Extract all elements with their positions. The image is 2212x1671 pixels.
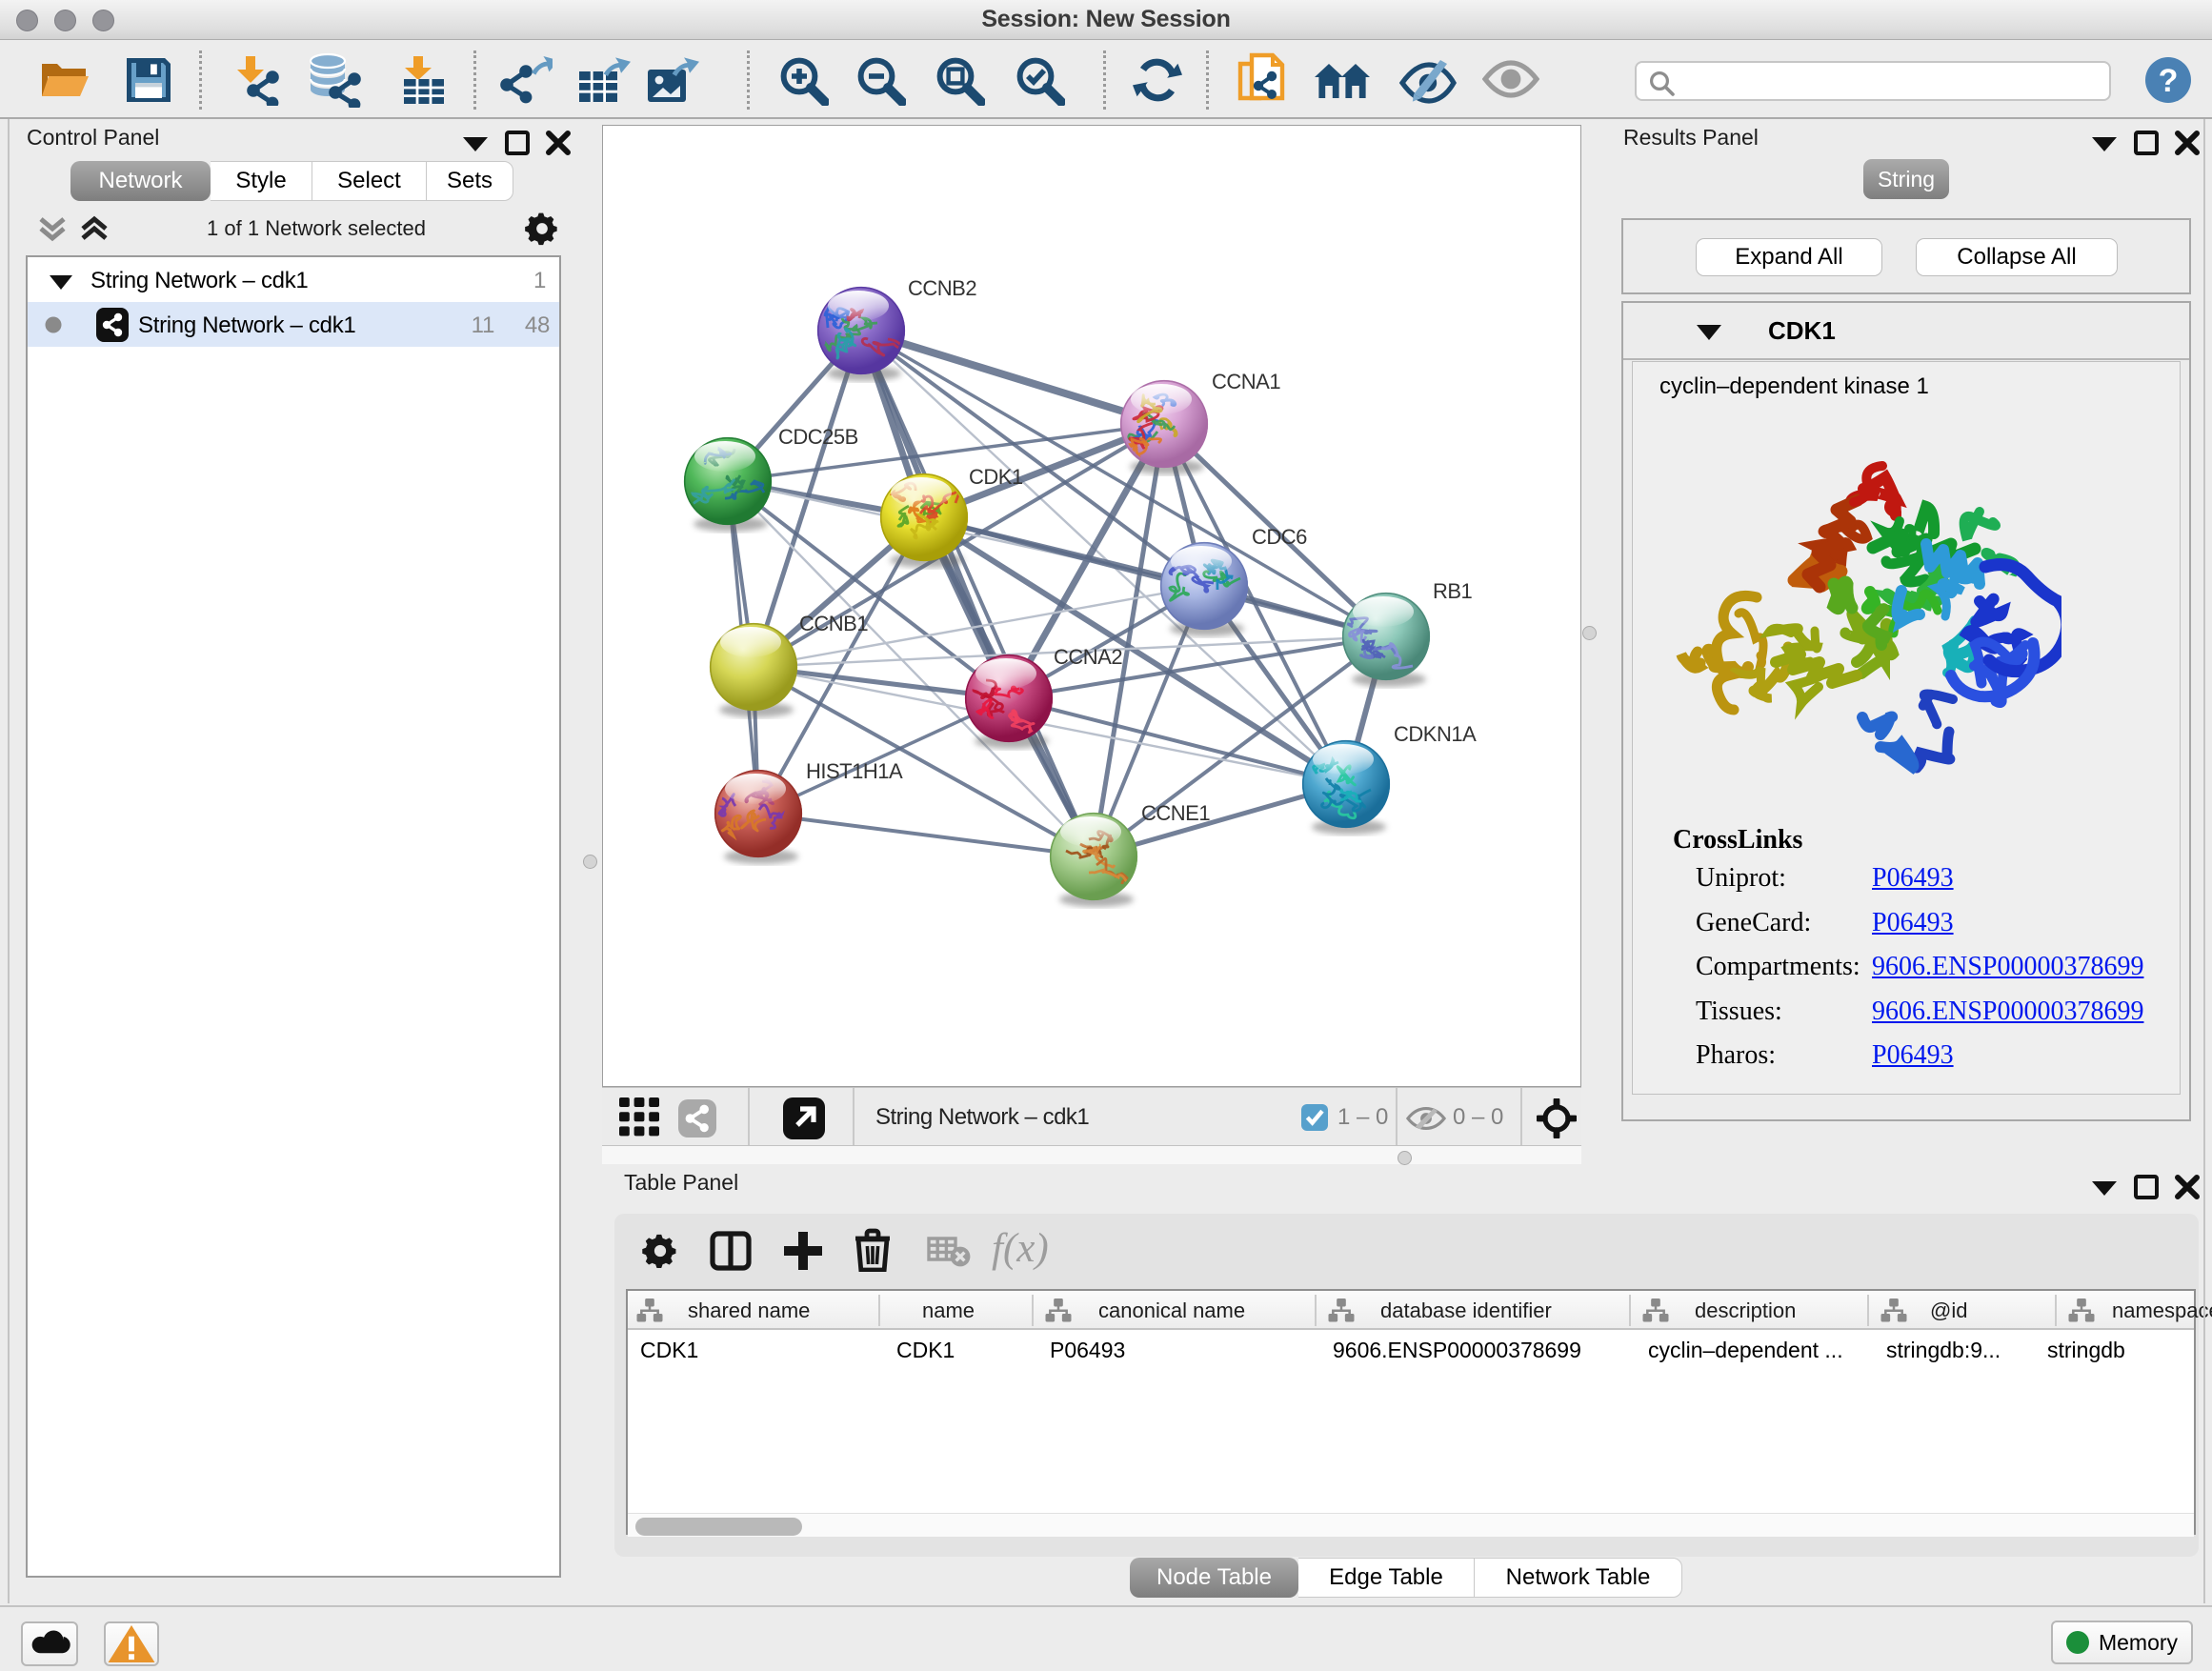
svg-text:CDKN1A: CDKN1A bbox=[1394, 722, 1477, 746]
svg-text:CCNA1: CCNA1 bbox=[1212, 370, 1280, 393]
svg-text:CDK1: CDK1 bbox=[969, 465, 1023, 489]
svg-text:CCNA2: CCNA2 bbox=[1054, 645, 1122, 669]
svg-text:CDC6: CDC6 bbox=[1252, 525, 1307, 549]
svg-text:?: ? bbox=[2159, 63, 2179, 99]
svg-text:RB1: RB1 bbox=[1433, 579, 1473, 603]
svg-text:CCNB2: CCNB2 bbox=[908, 276, 976, 300]
svg-text:HIST1H1A: HIST1H1A bbox=[806, 759, 903, 783]
svg-text:CCNE1: CCNE1 bbox=[1141, 801, 1210, 825]
svg-text:CCNB1: CCNB1 bbox=[799, 612, 868, 635]
svg-text:CDC25B: CDC25B bbox=[778, 425, 858, 449]
